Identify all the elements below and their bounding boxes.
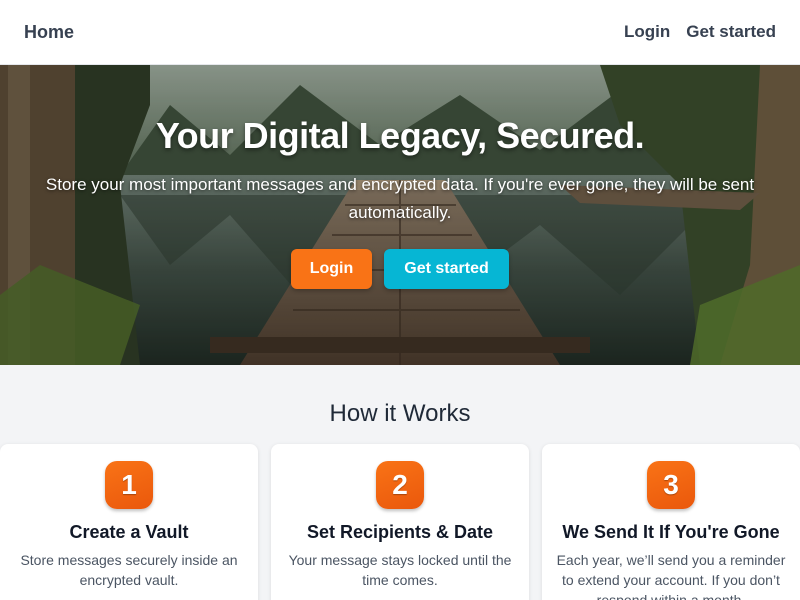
hero-section: Your Digital Legacy, Secured. Store your… — [0, 65, 800, 365]
hero-subtitle: Store your most important messages and e… — [45, 175, 755, 222]
step-title: We Send It If You're Gone — [562, 522, 780, 542]
step-card-create-vault: 1 Create a Vault Store messages securely… — [0, 444, 258, 600]
hero-title: Your Digital Legacy, Secured. — [155, 115, 645, 156]
hero-get-started-button[interactable]: Get started — [384, 249, 509, 289]
step-card-set-recipients: 2 Set Recipients & Date Your message sta… — [271, 444, 529, 600]
step-description: Store messages securely inside an encryp… — [20, 552, 238, 588]
step-number-badge: 1 — [105, 461, 153, 509]
home-link[interactable]: Home — [24, 22, 74, 43]
hero-login-button[interactable]: Login — [291, 249, 372, 289]
step-description: Your message stays locked until the time… — [288, 552, 512, 588]
top-nav-bar: Home Login Get started — [0, 0, 800, 65]
nav-links: Login Get started — [624, 22, 776, 42]
step-card-we-send-it: 3 We Send It If You're Gone Each year, w… — [542, 444, 800, 600]
nav-login-link[interactable]: Login — [624, 22, 670, 42]
step-description: Each year, we’ll send you a reminder to … — [556, 552, 786, 600]
hero-content: Your Digital Legacy, Secured. Store your… — [0, 65, 800, 365]
how-it-works-title: How it Works — [329, 400, 471, 427]
step-title: Create a Vault — [69, 522, 189, 542]
step-title: Set Recipients & Date — [306, 522, 494, 542]
step-number-badge: 3 — [647, 461, 695, 509]
step-number-badge: 2 — [376, 461, 424, 509]
nav-get-started-link[interactable]: Get started — [686, 22, 776, 42]
